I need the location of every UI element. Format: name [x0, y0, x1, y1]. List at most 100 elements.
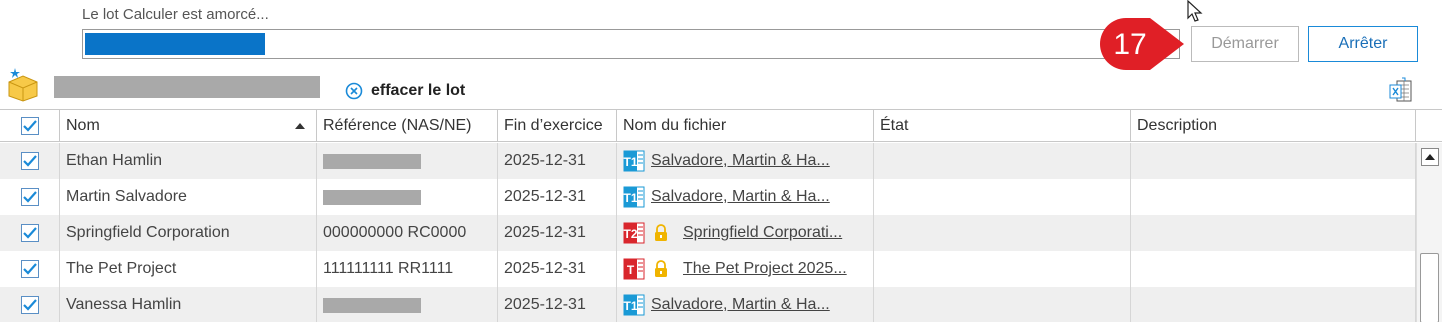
svg-text:T2: T2 — [623, 227, 637, 241]
table-row[interactable]: The Pet Project 111111111 RR1111 2025-12-3… — [0, 251, 1416, 287]
lock-icon — [655, 224, 667, 241]
column-name-label: Nom — [66, 116, 100, 134]
checkmark-icon — [22, 299, 37, 311]
checkmark-icon — [22, 263, 37, 275]
row-checkbox[interactable] — [20, 152, 39, 170]
export-excel-icon[interactable] — [1388, 77, 1414, 103]
fiscal-end-cell: 2025-12-31 — [498, 287, 617, 322]
arrow-up-icon — [1425, 154, 1435, 160]
reference-text: 000000000 RC0000 — [323, 224, 467, 241]
row-select-cell — [0, 251, 60, 287]
table-row[interactable]: Ethan Hamlin 2025-12-31 T1 Salvadore, Marti… — [0, 143, 1416, 179]
batch-progress-bar — [82, 29, 1180, 59]
row-checkbox[interactable] — [20, 224, 39, 242]
file-link[interactable]: Springfield Corporati... — [683, 224, 842, 242]
file-link[interactable]: The Pet Project 2025... — [683, 260, 847, 278]
mouse-cursor-icon — [1187, 0, 1203, 22]
name-text: Springfield Corporation — [66, 224, 230, 241]
reference-cell — [317, 143, 498, 179]
checkmark-icon — [22, 155, 37, 167]
file-link[interactable]: Salvadore, Martin & Ha... — [651, 152, 830, 170]
clear-batch-button[interactable]: effacer le lot — [345, 82, 465, 100]
column-header-file-name[interactable]: Nom du fichier — [617, 110, 874, 142]
name-cell: Martin Salvadore — [60, 179, 317, 215]
row-select-cell — [0, 215, 60, 251]
column-header-name[interactable]: Nom — [60, 110, 317, 142]
clear-circle-icon — [345, 82, 363, 100]
row-select-cell — [0, 287, 60, 322]
state-cell — [874, 143, 1131, 179]
name-text: Vanessa Hamlin — [66, 296, 182, 313]
checkmark-icon — [22, 191, 37, 203]
state-cell — [874, 287, 1131, 322]
lock-icon — [655, 260, 667, 277]
step-badge: 17 — [1100, 18, 1184, 70]
name-cell: Vanessa Hamlin — [60, 287, 317, 322]
batch-name-redacted — [54, 76, 320, 98]
t1-icon: T1 — [623, 294, 645, 316]
vertical-scrollbar[interactable] — [1416, 143, 1442, 322]
reference-cell — [317, 287, 498, 322]
reference-text: 111111111 RR1111 — [323, 260, 454, 277]
file-name-cell: T2 Springfield Corporati... — [617, 215, 874, 251]
name-text: The Pet Project — [66, 260, 177, 277]
fiscal-end-text: 2025-12-31 — [504, 224, 586, 241]
batch-status-text: Le lot Calculer est amorcé... — [82, 6, 269, 23]
file-name-cell: T The Pet Project 2025... — [617, 251, 874, 287]
header-select-all[interactable] — [0, 110, 60, 142]
fiscal-end-cell: 2025-12-31 — [498, 143, 617, 179]
description-cell — [1131, 287, 1416, 322]
column-header-reference[interactable]: Référence (NAS/NE) — [317, 110, 498, 142]
table-row[interactable]: Martin Salvadore 2025-12-31 T1 Salvadore, M… — [0, 179, 1416, 215]
stop-button[interactable]: Arrêter — [1308, 26, 1418, 62]
name-text: Martin Salvadore — [66, 188, 187, 205]
row-checkbox[interactable] — [20, 188, 39, 206]
fiscal-end-text: 2025-12-31 — [504, 260, 586, 277]
fiscal-end-cell: 2025-12-31 — [498, 251, 617, 287]
reference-cell — [317, 179, 498, 215]
file-name-cell: T1 Salvadore, Martin & Ha... — [617, 179, 874, 215]
checkmark-icon — [22, 227, 37, 239]
column-state-label: État — [880, 116, 909, 134]
name-cell: The Pet Project — [60, 251, 317, 287]
column-file-name-label: Nom du fichier — [623, 116, 727, 134]
scroll-up-button[interactable] — [1421, 148, 1439, 166]
column-description-label: Description — [1137, 116, 1218, 134]
t1-icon: T1 — [623, 186, 645, 208]
select-all-checkbox[interactable] — [20, 116, 39, 135]
clear-batch-label: effacer le lot — [371, 82, 466, 99]
scrollbar-thumb[interactable] — [1420, 253, 1439, 322]
fiscal-end-cell: 2025-12-31 — [498, 179, 617, 215]
reference-cell: 111111111 RR1111 — [317, 251, 498, 287]
name-cell: Ethan Hamlin — [60, 143, 317, 179]
progress-fill — [85, 33, 265, 55]
column-fiscal-end-label: Fin d’exercice — [504, 116, 603, 134]
file-name-cell: T1 Salvadore, Martin & Ha... — [617, 287, 874, 322]
row-checkbox[interactable] — [20, 296, 39, 314]
column-header-fiscal-end[interactable]: Fin d’exercice — [498, 110, 617, 142]
start-button[interactable]: Démarrer — [1191, 26, 1299, 62]
description-cell — [1131, 143, 1416, 179]
svg-text:T1: T1 — [623, 191, 637, 205]
column-header-spacer — [1416, 110, 1442, 142]
fiscal-end-text: 2025-12-31 — [504, 152, 586, 169]
file-link[interactable]: Salvadore, Martin & Ha... — [651, 296, 830, 314]
fiscal-end-cell: 2025-12-31 — [498, 215, 617, 251]
t3010-icon: T — [623, 258, 645, 280]
t1-icon: T1 — [623, 150, 645, 172]
table-row[interactable]: Springfield Corporation 000000000 RC0000 2… — [0, 215, 1416, 251]
fiscal-end-text: 2025-12-31 — [504, 188, 586, 205]
table-row[interactable]: Vanessa Hamlin 2025-12-31 T1 Salvadore, Mar… — [0, 287, 1416, 322]
description-cell — [1131, 215, 1416, 251]
t2-icon: T2 — [623, 222, 645, 244]
row-checkbox[interactable] — [20, 260, 39, 278]
column-header-description[interactable]: Description — [1131, 110, 1416, 142]
column-header-state[interactable]: État — [874, 110, 1131, 142]
name-cell: Springfield Corporation — [60, 215, 317, 251]
file-link[interactable]: Salvadore, Martin & Ha... — [651, 188, 830, 206]
description-cell — [1131, 179, 1416, 215]
column-reference-label: Référence (NAS/NE) — [323, 116, 472, 134]
checkmark-icon — [22, 119, 37, 132]
svg-text:T1: T1 — [623, 155, 637, 169]
name-text: Ethan Hamlin — [66, 152, 163, 169]
